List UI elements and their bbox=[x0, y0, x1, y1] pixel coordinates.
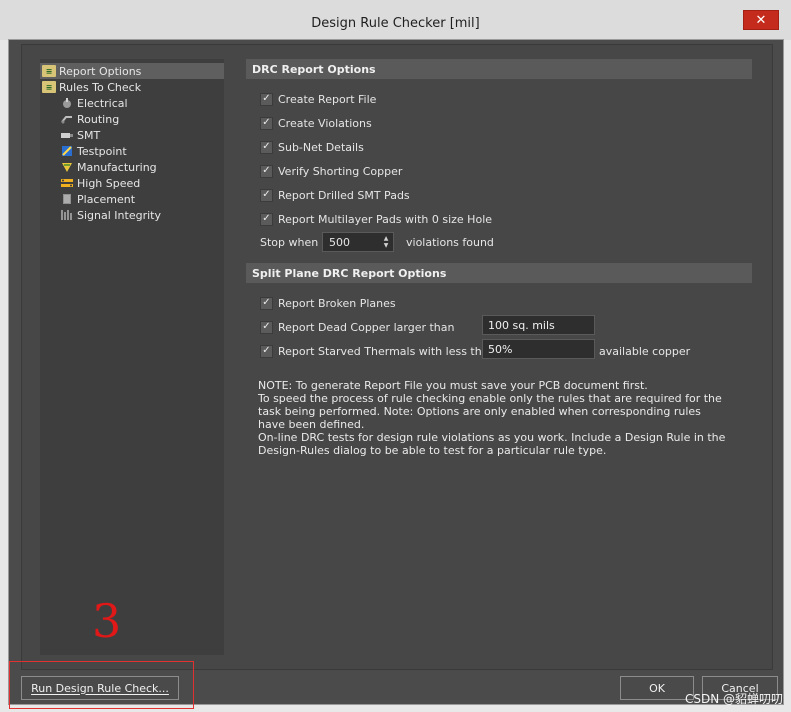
tree-item-label: Routing bbox=[77, 112, 120, 126]
ok-button[interactable]: OK bbox=[620, 676, 694, 700]
create-violations-checkbox[interactable]: ✓ Create Violations bbox=[260, 115, 372, 131]
rules-tree: ≡ Report Options ≡ Rules To Check Electr… bbox=[40, 59, 224, 655]
tree-item-manufacturing[interactable]: Manufacturing bbox=[60, 159, 157, 175]
create-report-file-checkbox[interactable]: ✓ Create Report File bbox=[260, 91, 376, 107]
testpoint-icon bbox=[60, 145, 74, 157]
note-line: On-line DRC tests for design rule violat… bbox=[258, 431, 726, 457]
annotation-highlight-box bbox=[9, 661, 194, 709]
note-line: To speed the process of rule checking en… bbox=[258, 392, 722, 431]
tree-item-label: Electrical bbox=[77, 96, 128, 110]
tree-item-label: Signal Integrity bbox=[77, 208, 161, 222]
close-icon: ✕ bbox=[755, 12, 767, 28]
tree-item-label: SMT bbox=[77, 128, 101, 142]
tree-item-signal-integrity[interactable]: Signal Integrity bbox=[60, 207, 161, 223]
signal-integrity-icon bbox=[60, 209, 74, 221]
dead-copper-field[interactable]: 100 sq. mils bbox=[482, 315, 595, 335]
option-label: Sub-Net Details bbox=[278, 140, 364, 154]
report-drilled-smt-pads-checkbox[interactable]: ✓ Report Drilled SMT Pads bbox=[260, 187, 410, 203]
smt-icon bbox=[60, 129, 74, 141]
tree-item-electrical[interactable]: Electrical bbox=[60, 95, 128, 111]
tree-item-label: High Speed bbox=[77, 176, 141, 190]
manufacturing-icon bbox=[60, 161, 74, 173]
option-label: Create Violations bbox=[278, 116, 372, 130]
tree-item-label: Testpoint bbox=[77, 144, 127, 158]
window-title: Design Rule Checker [mil] bbox=[311, 16, 480, 31]
check-icon: ✓ bbox=[260, 296, 273, 310]
note-text: NOTE: To generate Report File you must s… bbox=[258, 379, 728, 457]
electrical-icon bbox=[60, 97, 74, 109]
stop-when-stepper[interactable]: 500 ▲ ▼ bbox=[322, 232, 394, 252]
stop-when-label: Stop when bbox=[260, 235, 319, 249]
note-line: NOTE: To generate Report File you must s… bbox=[258, 379, 648, 392]
high-speed-icon bbox=[60, 177, 74, 189]
title-bar: Design Rule Checker [mil] ✕ bbox=[0, 0, 791, 40]
option-label: Report Drilled SMT Pads bbox=[278, 188, 410, 202]
report-multilayer-pads-checkbox[interactable]: ✓ Report Multilayer Pads with 0 size Hol… bbox=[260, 211, 492, 227]
option-label: Report Dead Copper larger than bbox=[278, 320, 455, 334]
split-plane-options-header: Split Plane DRC Report Options bbox=[246, 263, 752, 283]
folder-icon: ≡ bbox=[42, 65, 56, 77]
option-label: Create Report File bbox=[278, 92, 377, 106]
content-panel: ≡ Report Options ≡ Rules To Check Electr… bbox=[21, 44, 773, 670]
verify-shorting-copper-checkbox[interactable]: ✓ Verify Shorting Copper bbox=[260, 163, 402, 179]
tree-item-rules-to-check[interactable]: ≡ Rules To Check bbox=[42, 79, 141, 95]
option-label: Report Starved Thermals with less than bbox=[278, 344, 496, 358]
tree-item-label: Report Options bbox=[59, 64, 142, 78]
check-icon: ✓ bbox=[260, 92, 273, 106]
check-icon: ✓ bbox=[260, 344, 273, 358]
spinner-arrows-icon[interactable]: ▲ ▼ bbox=[381, 234, 391, 250]
tree-item-label: Placement bbox=[77, 192, 136, 206]
check-icon: ✓ bbox=[260, 188, 273, 202]
stop-when-value: 500 bbox=[329, 235, 350, 249]
check-icon: ✓ bbox=[260, 116, 273, 130]
dialog-body: ≡ Report Options ≡ Rules To Check Electr… bbox=[8, 39, 784, 705]
sub-net-details-checkbox[interactable]: ✓ Sub-Net Details bbox=[260, 139, 364, 155]
report-dead-copper-checkbox[interactable]: ✓ Report Dead Copper larger than bbox=[260, 319, 454, 335]
tree-item-high-speed[interactable]: High Speed bbox=[60, 175, 140, 191]
tree-item-testpoint[interactable]: Testpoint bbox=[60, 143, 127, 159]
tree-item-label: Rules To Check bbox=[59, 80, 142, 94]
check-icon: ✓ bbox=[260, 212, 273, 226]
tree-item-label: Manufacturing bbox=[77, 160, 157, 174]
drc-report-options-header: DRC Report Options bbox=[246, 59, 752, 79]
option-label: Report Multilayer Pads with 0 size Hole bbox=[278, 212, 493, 226]
tree-item-placement[interactable]: Placement bbox=[60, 191, 135, 207]
folder-icon: ≡ bbox=[42, 81, 56, 93]
routing-icon bbox=[60, 113, 74, 125]
check-icon: ✓ bbox=[260, 164, 273, 178]
check-icon: ✓ bbox=[260, 140, 273, 154]
placement-icon bbox=[60, 193, 74, 205]
starved-thermals-field[interactable]: 50% bbox=[482, 339, 595, 359]
available-copper-label: available copper bbox=[599, 344, 691, 358]
tree-item-report-options[interactable]: ≡ Report Options bbox=[40, 63, 224, 79]
option-label: Report Broken Planes bbox=[278, 296, 396, 310]
close-button[interactable]: ✕ bbox=[743, 10, 779, 30]
annotation-number: 3 bbox=[92, 594, 122, 648]
report-starved-thermals-checkbox[interactable]: ✓ Report Starved Thermals with less than bbox=[260, 343, 495, 359]
tree-item-routing[interactable]: Routing bbox=[60, 111, 119, 127]
option-label: Verify Shorting Copper bbox=[278, 164, 403, 178]
watermark: CSDN @貂蝉叨叨 bbox=[684, 692, 783, 706]
violations-found-label: violations found bbox=[406, 235, 494, 249]
tree-item-smt[interactable]: SMT bbox=[60, 127, 100, 143]
report-broken-planes-checkbox[interactable]: ✓ Report Broken Planes bbox=[260, 295, 396, 311]
check-icon: ✓ bbox=[260, 320, 273, 334]
